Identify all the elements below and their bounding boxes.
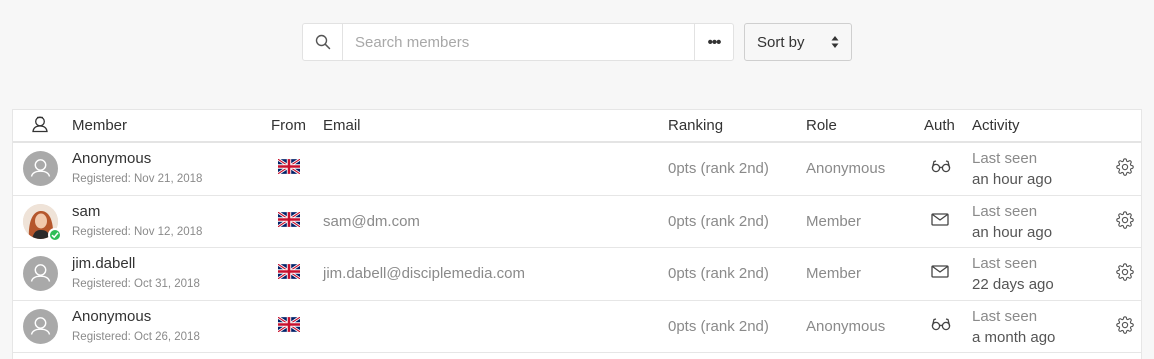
uk-flag-icon (278, 211, 300, 227)
header-email[interactable]: Email (323, 117, 361, 134)
activity-time: a month ago (972, 328, 1056, 346)
activity-label: Last seen (972, 255, 1038, 272)
envelope-icon (931, 265, 949, 278)
default-avatar[interactable] (23, 256, 58, 291)
header-auth[interactable]: Auth (924, 117, 955, 134)
member-name[interactable]: sam (72, 203, 100, 220)
registered-date: Registered: Nov 12, 2018 (72, 225, 203, 238)
more-options-button[interactable]: ••• (694, 24, 733, 60)
member-name[interactable]: Anonymous (72, 150, 151, 167)
default-avatar[interactable] (23, 151, 58, 186)
member-role: Anonymous (806, 317, 886, 335)
search-input[interactable] (343, 24, 694, 60)
table-header: Member From Email Ranking Role Auth Acti… (13, 110, 1141, 143)
members-table: Member From Email Ranking Role Auth Acti… (12, 109, 1142, 359)
activity-label: Last seen (972, 307, 1038, 325)
envelope-icon (931, 212, 949, 226)
header-activity[interactable]: Activity (972, 117, 1020, 134)
member-name[interactable]: jim.dabell (72, 255, 135, 272)
member-ranking: 0pts (rank 2nd) (668, 317, 769, 335)
table-row[interactable]: sam Registered: Nov 12, 2018 sam@dm.com … (13, 196, 1141, 248)
activity-time: 22 days ago (972, 276, 1054, 293)
member-email[interactable]: sam@dm.com (323, 213, 420, 230)
member-role: Anonymous (806, 160, 886, 177)
member-header-icon (31, 115, 49, 137)
gear-icon[interactable] (1116, 315, 1134, 334)
default-avatar[interactable] (23, 308, 58, 344)
uk-flag-icon (278, 264, 300, 279)
header-from[interactable]: From (271, 117, 306, 134)
activity-time: an hour ago (972, 171, 1053, 188)
search-icon[interactable] (303, 24, 343, 60)
member-name[interactable]: Anonymous (72, 308, 151, 325)
registered-date: Registered: Oct 26, 2018 (72, 330, 200, 343)
header-ranking[interactable]: Ranking (668, 117, 723, 134)
uk-flag-icon (278, 316, 300, 332)
activity-time: an hour ago (972, 223, 1053, 241)
sort-label: Sort by (757, 33, 805, 51)
members-toolbar: ••• Sort by (302, 23, 852, 61)
online-status-icon (48, 227, 62, 242)
member-ranking: 0pts (rank 2nd) (668, 160, 769, 177)
sort-caret-icon (831, 36, 839, 48)
member-ranking: 0pts (rank 2nd) (668, 265, 769, 282)
glasses-icon (931, 317, 951, 330)
activity-label: Last seen (972, 150, 1038, 167)
gear-icon[interactable] (1116, 210, 1134, 229)
registered-date: Registered: Oct 31, 2018 (72, 278, 200, 290)
table-row[interactable]: Anonymous Registered: Oct 26, 2018 0pts … (13, 301, 1141, 353)
photo-avatar[interactable] (23, 203, 62, 242)
gear-icon[interactable] (1116, 158, 1134, 176)
registered-date: Registered: Nov 21, 2018 (72, 173, 203, 185)
member-ranking: 0pts (rank 2nd) (668, 212, 769, 230)
table-row[interactable]: Anonymous Registered: Nov 21, 2018 0pts … (13, 143, 1141, 196)
header-member[interactable]: Member (72, 117, 127, 134)
glasses-icon (931, 160, 951, 173)
gear-icon[interactable] (1116, 263, 1134, 281)
uk-flag-icon (278, 159, 300, 174)
member-email[interactable]: jim.dabell@disciplemedia.com (323, 265, 525, 282)
header-role[interactable]: Role (806, 117, 837, 134)
search-box: ••• (302, 23, 734, 61)
activity-label: Last seen (972, 202, 1038, 220)
table-row[interactable]: jim.dabell Registered: Oct 31, 2018 jim.… (13, 248, 1141, 301)
member-role: Member (806, 212, 862, 230)
sort-dropdown[interactable]: Sort by (744, 23, 852, 61)
member-role: Member (806, 265, 862, 282)
